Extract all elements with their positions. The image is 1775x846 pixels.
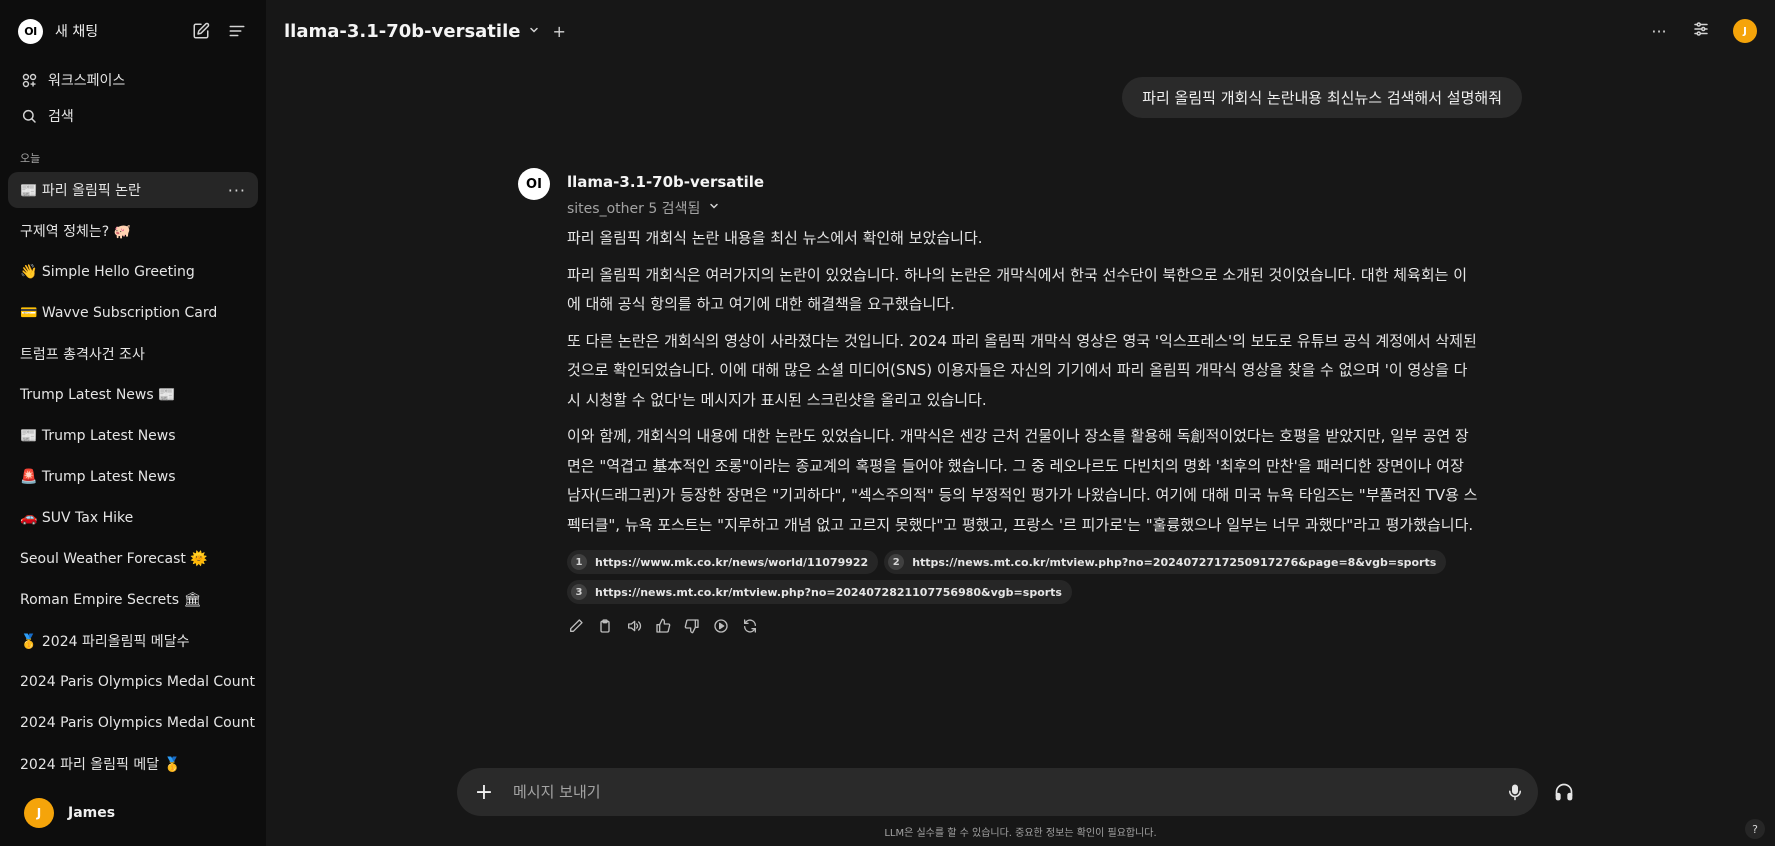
sidebar-link-workspace[interactable]: 워크스페이스: [0, 62, 266, 98]
workspace-icon: [20, 71, 38, 89]
copy-icon[interactable]: [596, 617, 614, 635]
chat-history-item[interactable]: Roman Empire Secrets 🏛: [8, 582, 258, 618]
source-chip[interactable]: 3 https://news.mt.co.kr/mtview.php?no=20…: [567, 580, 1072, 604]
source-chip[interactable]: 2 https://news.mt.co.kr/mtview.php?no=20…: [884, 550, 1447, 574]
source-url: https://www.mk.co.kr/news/world/11079922: [595, 555, 869, 569]
source-chip[interactable]: 1 https://www.mk.co.kr/news/world/110799…: [567, 550, 879, 574]
source-number: 2: [888, 554, 905, 570]
source-citations: 1 https://www.mk.co.kr/news/world/110799…: [567, 550, 1467, 604]
message-actions: [567, 617, 1478, 635]
sidebar-link-search[interactable]: 검색: [0, 98, 266, 134]
chat-history-item[interactable]: 🥇 2024 파리올림픽 메달수: [8, 623, 258, 659]
header-actions: ··· J: [1649, 19, 1757, 43]
headphones-icon[interactable]: [1554, 782, 1574, 806]
assistant-model-name: llama-3.1-70b-versatile: [567, 173, 765, 191]
chat-history-item[interactable]: 2024 Paris Olympics Medal Count: [8, 705, 258, 741]
web-search-status[interactable]: sites_other 5 검색됨: [567, 196, 1478, 222]
sidebar: OI 새 채팅 워크스페이스 검색 오늘 📰 파리 올림픽 논란 ··· 구제역…: [0, 0, 266, 846]
search-icon: [20, 107, 38, 125]
speaker-icon[interactable]: [625, 617, 643, 635]
chat-history-item[interactable]: Trump Latest News 📰: [8, 377, 258, 413]
chat-history-item[interactable]: 2024 Paris Olympics Medal Count: [8, 664, 258, 700]
user-name: James: [68, 805, 116, 821]
response-paragraph: 이와 함께, 개회식의 내용에 대한 논란도 있었습니다. 개막식은 센강 근처…: [567, 427, 1478, 534]
thumbs-up-icon[interactable]: [654, 617, 672, 635]
response-paragraph: 파리 올림픽 개회식 논란 내용을 최신 뉴스에서 확인해 보았습니다.: [567, 229, 983, 247]
chat-section-label: 오늘: [20, 152, 41, 165]
chat-history-list: 📰 파리 올림픽 논란 ··· 구제역 정체는? 🐖 👋 Simple Hell…: [0, 172, 266, 780]
chat-item-label: 📰 파리 올림픽 논란: [20, 183, 141, 199]
assistant-message: OI llama-3.1-70b-versatile sites_other 5…: [518, 168, 1478, 635]
source-url: https://news.mt.co.kr/mtview.php?no=2024…: [912, 555, 1437, 569]
edit-icon[interactable]: [567, 617, 585, 635]
more-options-icon[interactable]: ···: [228, 181, 246, 200]
chat-history-item[interactable]: Seoul Weather Forecast 🌞: [8, 541, 258, 577]
assistant-message-body: llama-3.1-70b-versatile sites_other 5 검색…: [567, 168, 1478, 635]
chat-history-item[interactable]: 🚨 Trump Latest News: [8, 459, 258, 495]
disclaimer-text: LLM은 실수를 할 수 있습니다. 중요한 정보는 확인이 필요합니다.: [884, 828, 1157, 839]
model-selector[interactable]: llama-3.1-70b-versatile: [284, 21, 520, 42]
sidebar-toggle-icon[interactable]: [226, 20, 248, 42]
search-status-label: sites_other 5 검색됨: [567, 201, 701, 217]
response-paragraph: 또 다른 논란은 개회식의 영상이 사라졌다는 것입니다. 2024 파리 올림…: [567, 331, 1477, 409]
main-header: llama-3.1-70b-versatile + ··· J: [266, 0, 1775, 62]
response-paragraph: 파리 올림픽 개회식은 여러가지의 논란이 있었습니다. 하나의 논란은 개막식…: [567, 265, 1468, 314]
new-chat-edit-icon[interactable]: [190, 20, 212, 42]
user-message: 파리 올림픽 개회식 논란내용 최신뉴스 검색해서 설명해줘: [1122, 77, 1522, 118]
sidebar-link-label: 워크스페이스: [48, 73, 126, 89]
chat-history-item[interactable]: 구제역 정체는? 🐖: [8, 213, 258, 249]
source-number: 1: [571, 554, 587, 570]
microphone-icon[interactable]: [1506, 783, 1524, 801]
message-composer: +: [457, 768, 1538, 816]
thumbs-down-icon[interactable]: [683, 617, 701, 635]
chat-history-item[interactable]: 🚗 SUV Tax Hike: [8, 500, 258, 536]
avatar[interactable]: J: [1733, 19, 1757, 43]
source-number: 3: [571, 584, 587, 600]
chat-history-item[interactable]: 📰 Trump Latest News: [8, 418, 258, 454]
chat-history-item[interactable]: 📰 파리 올림픽 논란 ···: [8, 172, 258, 208]
chat-history-item[interactable]: 💳 Wavve Subscription Card: [8, 295, 258, 331]
new-chat-link[interactable]: 새 채팅: [55, 21, 176, 41]
chat-history-item[interactable]: 트럼프 총격사건 조사: [8, 336, 258, 372]
controls-icon[interactable]: [1691, 20, 1711, 42]
add-model-icon[interactable]: +: [552, 22, 565, 41]
chevron-down-icon[interactable]: [528, 24, 540, 39]
sidebar-header: OI 새 채팅: [0, 0, 266, 62]
chat-history-item[interactable]: 👋 Simple Hello Greeting: [8, 254, 258, 290]
source-url: https://news.mt.co.kr/mtview.php?no=2024…: [595, 585, 1062, 599]
more-options-icon[interactable]: ···: [1649, 22, 1669, 41]
model-avatar: OI: [518, 168, 550, 200]
attach-plus-icon[interactable]: +: [473, 780, 495, 805]
help-button[interactable]: ?: [1745, 819, 1765, 839]
chat-history-item[interactable]: 2024 파리 올림픽 메달 🥇: [8, 746, 258, 780]
chevron-down-icon[interactable]: [708, 196, 720, 222]
play-circle-icon[interactable]: [712, 617, 730, 635]
regenerate-icon[interactable]: [741, 617, 759, 635]
message-input[interactable]: [513, 783, 1506, 801]
sidebar-link-label: 검색: [48, 109, 74, 125]
app-logo[interactable]: OI: [18, 18, 43, 44]
